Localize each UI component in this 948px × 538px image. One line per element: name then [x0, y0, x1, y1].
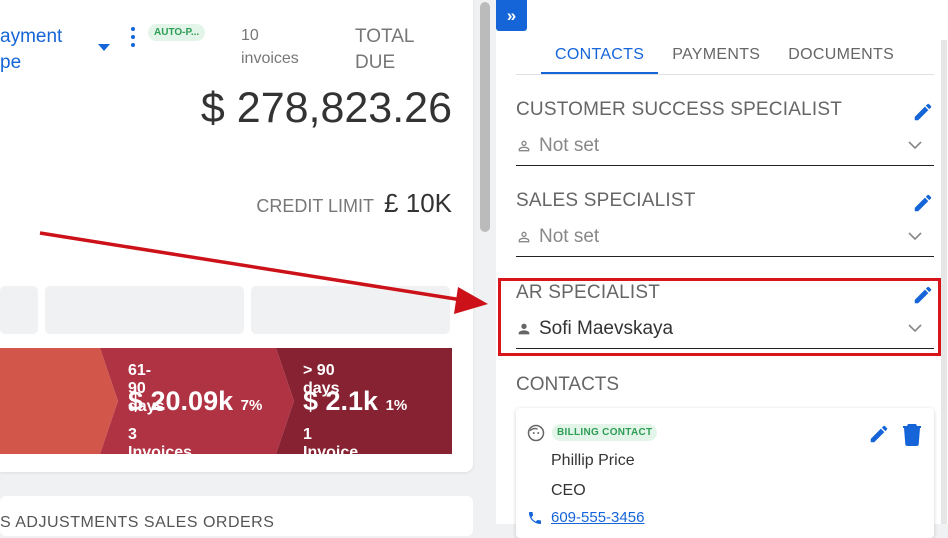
aging-count: 1 Invoice: [303, 426, 359, 454]
field-value-text: Not set: [539, 135, 600, 156]
field-value[interactable]: Not set: [516, 135, 599, 157]
summary-tile: [0, 286, 38, 334]
invoice-count-number: 10: [241, 27, 259, 44]
person-outline-icon: [518, 140, 530, 152]
payment-type-line1: ayment: [0, 26, 63, 47]
payment-type-selector[interactable]: ayment pe: [0, 24, 62, 76]
person-outline-icon: [518, 231, 530, 243]
auto-pay-badge: AUTO-P...: [148, 24, 206, 41]
panel-scrollbar[interactable]: [941, 40, 947, 524]
trash-icon[interactable]: [902, 422, 922, 446]
tab-contacts[interactable]: CONTACTS: [541, 44, 659, 74]
aging-value: $ 20.09k 7%: [128, 386, 263, 416]
kebab-menu-icon[interactable]: [131, 27, 135, 51]
contact-name: Phillip Price: [551, 452, 635, 469]
chevron-down-icon[interactable]: [908, 232, 922, 241]
pencil-icon[interactable]: [912, 192, 934, 214]
summary-tile: [45, 286, 244, 334]
invoice-count-label: invoices: [241, 50, 299, 67]
tabs-divider: [516, 74, 934, 75]
field-value[interactable]: Not set: [516, 226, 599, 248]
collapse-panel-button[interactable]: »: [496, 0, 527, 31]
caret-down-icon[interactable]: [98, 44, 110, 51]
tab-documents[interactable]: DOCUMENTS: [774, 44, 908, 74]
tab-payments[interactable]: PAYMENTS: [658, 44, 774, 74]
account-summary-card: ayment pe AUTO-P... 10 invoices TOTAL DU…: [0, 0, 473, 472]
field-title: CUSTOMER SUCCESS SPECIALIST: [516, 99, 843, 120]
credit-limit-label: CREDIT LIMIT: [256, 196, 375, 216]
aging-segment-current: [0, 348, 118, 454]
transaction-tabs[interactable]: S ADJUSTMENTS SALES ORDERS: [0, 514, 274, 532]
field-title: SALES SPECIALIST: [516, 190, 696, 211]
contact-phone-link[interactable]: 609-555-3456: [551, 509, 644, 526]
page-scrollbar[interactable]: [480, 2, 490, 232]
customer-success-specialist-field: CUSTOMER SUCCESS SPECIALIST Not set: [516, 99, 934, 169]
pencil-icon[interactable]: [912, 101, 934, 123]
field-underline: [516, 165, 934, 166]
chevron-down-icon[interactable]: [908, 141, 922, 150]
annotation-highlight-box: [498, 278, 941, 356]
invoice-count: 10 invoices: [241, 24, 299, 70]
credit-limit: CREDIT LIMIT £ 10K: [256, 188, 452, 219]
aging-bar: 61-90 days $ 20.09k 7% 3 Invoices > 90 d…: [0, 348, 452, 454]
total-due-amount: $ 278,823.26: [200, 84, 452, 132]
total-due-line1: TOTAL: [355, 26, 415, 47]
aging-value: $ 2.1k 1%: [303, 386, 408, 416]
aging-count: 3 Invoices: [128, 426, 193, 454]
contacts-section-title: CONTACTS: [516, 374, 620, 395]
pencil-icon[interactable]: [868, 423, 890, 445]
total-due-label: TOTAL DUE: [355, 24, 414, 76]
total-due-line2: DUE: [355, 52, 396, 73]
credit-limit-value: £ 10K: [384, 188, 452, 218]
contact-role: CEO: [551, 482, 586, 499]
face-icon: [527, 424, 545, 442]
billing-contact-badge: BILLING CONTACT: [552, 424, 658, 441]
field-value-text: Not set: [539, 226, 600, 247]
side-panel-tabs: CONTACTS PAYMENTS DOCUMENTS: [541, 44, 908, 74]
field-underline: [516, 256, 934, 257]
contact-card: BILLING CONTACT Phillip Price CEO 609-55…: [516, 408, 934, 538]
sales-specialist-field: SALES SPECIALIST Not set: [516, 190, 934, 260]
summary-tile: [251, 286, 450, 334]
payment-type-line2: pe: [0, 52, 22, 73]
